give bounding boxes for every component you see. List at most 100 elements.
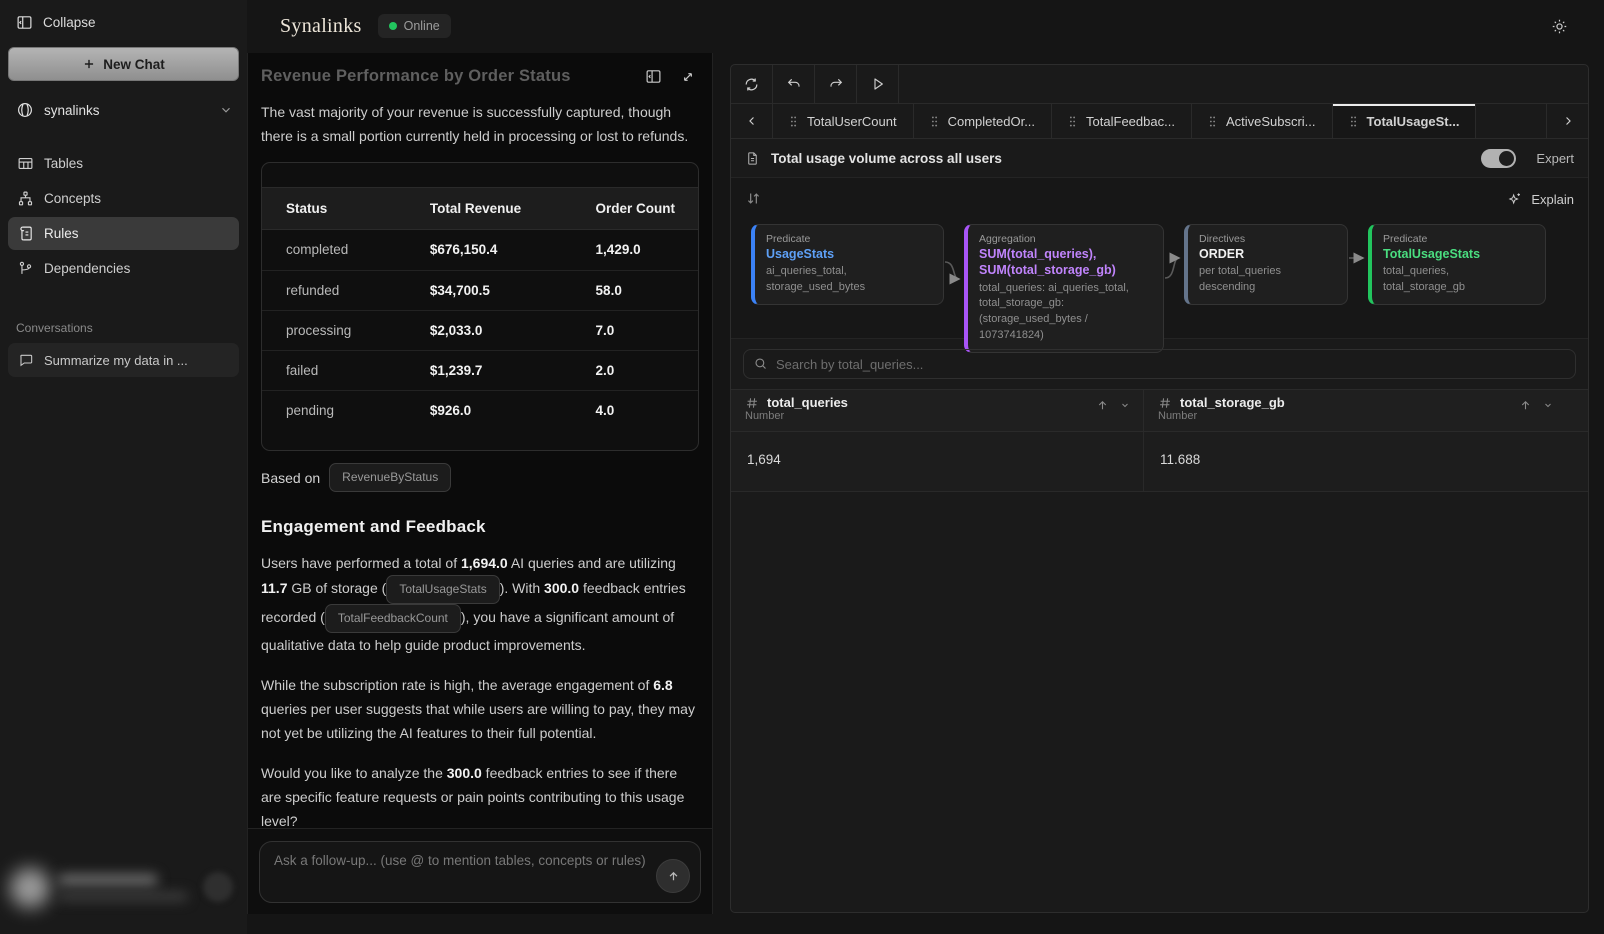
expert-toggle[interactable] [1481, 149, 1516, 168]
node-title: UsageStats [766, 246, 931, 262]
rule-chip-totalusagestats[interactable]: TotalUsageStats [386, 575, 499, 604]
refresh-button[interactable] [731, 65, 773, 103]
based-on-label: Based on [261, 466, 320, 490]
sparkles-icon [1507, 191, 1523, 207]
node-subtitle: ai_queries_total, storage_used_bytes [766, 264, 931, 296]
tab-label: TotalFeedbac... [1086, 114, 1175, 129]
revenue-table: Status Total Revenue Order Count complet… [261, 162, 699, 451]
nav-label: Rules [44, 226, 79, 241]
node-kind: Directives [1199, 233, 1335, 245]
column-menu-icon[interactable] [1119, 399, 1131, 412]
workspace-selector[interactable]: synalinks [0, 91, 247, 129]
sun-icon [1551, 18, 1568, 35]
node-order-directive[interactable]: Directives ORDER per total_queries desce… [1184, 224, 1348, 305]
sidebar-nav: Tables Concepts Rules Dependencies [0, 147, 247, 285]
sort-updown-icon[interactable] [745, 190, 762, 207]
run-button[interactable] [857, 65, 899, 103]
expand-icon[interactable] [680, 69, 696, 85]
user-name-redacted [58, 874, 158, 886]
undo-button[interactable] [773, 65, 815, 103]
redo-button[interactable] [815, 65, 857, 103]
column-menu-icon[interactable] [1542, 399, 1554, 412]
send-button[interactable] [656, 859, 690, 893]
node-usagestats[interactable]: Predicate UsageStats ai_queries_total, s… [751, 224, 944, 305]
column-header-total-storage-gb[interactable]: total_storage_gb Number [1144, 390, 1588, 431]
pipeline-canvas[interactable]: Explain Predicate UsageStats ai_queries_… [731, 177, 1588, 339]
composer-area: Ask a follow-up... (use @ to mention tab… [248, 828, 712, 914]
rule-chip-totalfeedbackcount[interactable]: TotalFeedbackCount [325, 604, 461, 633]
user-menu-button[interactable] [203, 872, 233, 902]
node-subtitle: total_queries, total_storage_gb [1383, 264, 1533, 296]
branch-icon [17, 260, 34, 277]
user-account-area[interactable] [0, 860, 247, 922]
chevron-down-icon[interactable] [219, 103, 233, 117]
search-icon [753, 356, 768, 371]
node-subtitle: total_queries: ai_queries_total, total_s… [979, 281, 1151, 345]
node-subtitle: per total_queries descending [1199, 264, 1335, 296]
online-dot [389, 22, 397, 30]
drag-handle-icon[interactable] [1349, 115, 1358, 128]
drag-handle-icon[interactable] [1068, 115, 1077, 128]
drag-handle-icon[interactable] [789, 115, 798, 128]
sort-asc-icon[interactable] [1519, 399, 1532, 412]
nav-label: Dependencies [44, 261, 130, 276]
tabs-scroll-right-button[interactable] [1546, 104, 1588, 138]
tab-label: ActiveSubscri... [1226, 114, 1316, 129]
node-aggregation[interactable]: Aggregation SUM(total_queries), SUM(tota… [964, 224, 1164, 353]
rule-chip-revenuebystatus[interactable]: RevenueByStatus [329, 463, 451, 492]
collapse-panel-icon [16, 14, 33, 31]
avatar [10, 868, 50, 908]
col-order-count: Order Count [572, 188, 698, 229]
sidebar-item-concepts[interactable]: Concepts [8, 182, 239, 215]
conversation-item[interactable]: Summarize my data in ... [8, 343, 239, 377]
nav-label: Concepts [44, 191, 101, 206]
drag-handle-icon[interactable] [930, 115, 939, 128]
tab-label: TotalUsageSt... [1367, 114, 1460, 129]
workspace-name: synalinks [44, 103, 100, 118]
follow-up-input[interactable]: Ask a follow-up... (use @ to mention tab… [259, 841, 701, 903]
node-totalusagestats[interactable]: Predicate TotalUsageStats total_queries,… [1368, 224, 1546, 305]
tab-label: TotalUserCount [807, 114, 897, 129]
rule-description: Total usage volume across all users [771, 151, 1470, 166]
explain-button[interactable]: Explain [1507, 191, 1574, 207]
document-icon [745, 151, 760, 166]
table-icon [17, 155, 34, 172]
rule-workbench-panel: TotalUserCount CompletedOr... TotalFeedb… [730, 64, 1589, 913]
collapse-sidebar-button[interactable]: Collapse [0, 0, 247, 41]
sidebar-item-dependencies[interactable]: Dependencies [8, 252, 239, 285]
tab-totalfeedbackcount[interactable]: TotalFeedbac... [1052, 104, 1192, 138]
chat-panel: Revenue Performance by Order Status The … [247, 53, 713, 914]
rule-description-row: Total usage volume across all users Expe… [731, 139, 1588, 177]
sidebar: Collapse New Chat synalinks Tables Conce… [0, 0, 247, 934]
theme-toggle-button[interactable] [1551, 18, 1568, 35]
tab-activesubscriptions[interactable]: ActiveSubscri... [1192, 104, 1333, 138]
node-kind: Predicate [1383, 233, 1533, 245]
node-kind: Aggregation [979, 233, 1151, 245]
hash-icon [1158, 396, 1172, 410]
toggle-knob [1499, 151, 1514, 166]
tab-totalusercount[interactable]: TotalUserCount [773, 104, 914, 138]
collapse-chat-panel-icon[interactable] [645, 68, 662, 85]
drag-handle-icon[interactable] [1208, 115, 1217, 128]
result-row[interactable]: 1,694 11.688 [731, 432, 1588, 492]
tab-label: CompletedOr... [948, 114, 1035, 129]
table-row: refunded $34,700.5 58.0 [262, 271, 698, 311]
search-placeholder: Search by total_queries... [776, 357, 923, 372]
sidebar-item-tables[interactable]: Tables [8, 147, 239, 180]
column-header-total-queries[interactable]: total_queries Number [731, 390, 1144, 431]
tabs-scroll-left-button[interactable] [731, 104, 773, 138]
chat-intro: The vast majority of your revenue is suc… [261, 100, 699, 148]
col-status: Status [262, 188, 406, 229]
node-title: ORDER [1199, 246, 1335, 262]
user-email-redacted [58, 892, 188, 901]
chat-message: The vast majority of your revenue is suc… [248, 92, 712, 866]
node-kind: Predicate [766, 233, 931, 245]
sidebar-item-rules[interactable]: Rules [8, 217, 239, 250]
sort-asc-icon[interactable] [1096, 399, 1109, 412]
cell-total-queries: 1,694 [731, 432, 1144, 491]
search-input[interactable]: Search by total_queries... [743, 349, 1576, 379]
tab-totalusagestats[interactable]: TotalUsageSt... [1333, 104, 1477, 138]
conversation-title: Summarize my data in ... [44, 353, 188, 368]
new-chat-button[interactable]: New Chat [8, 47, 239, 81]
tab-completedorders[interactable]: CompletedOr... [914, 104, 1052, 138]
